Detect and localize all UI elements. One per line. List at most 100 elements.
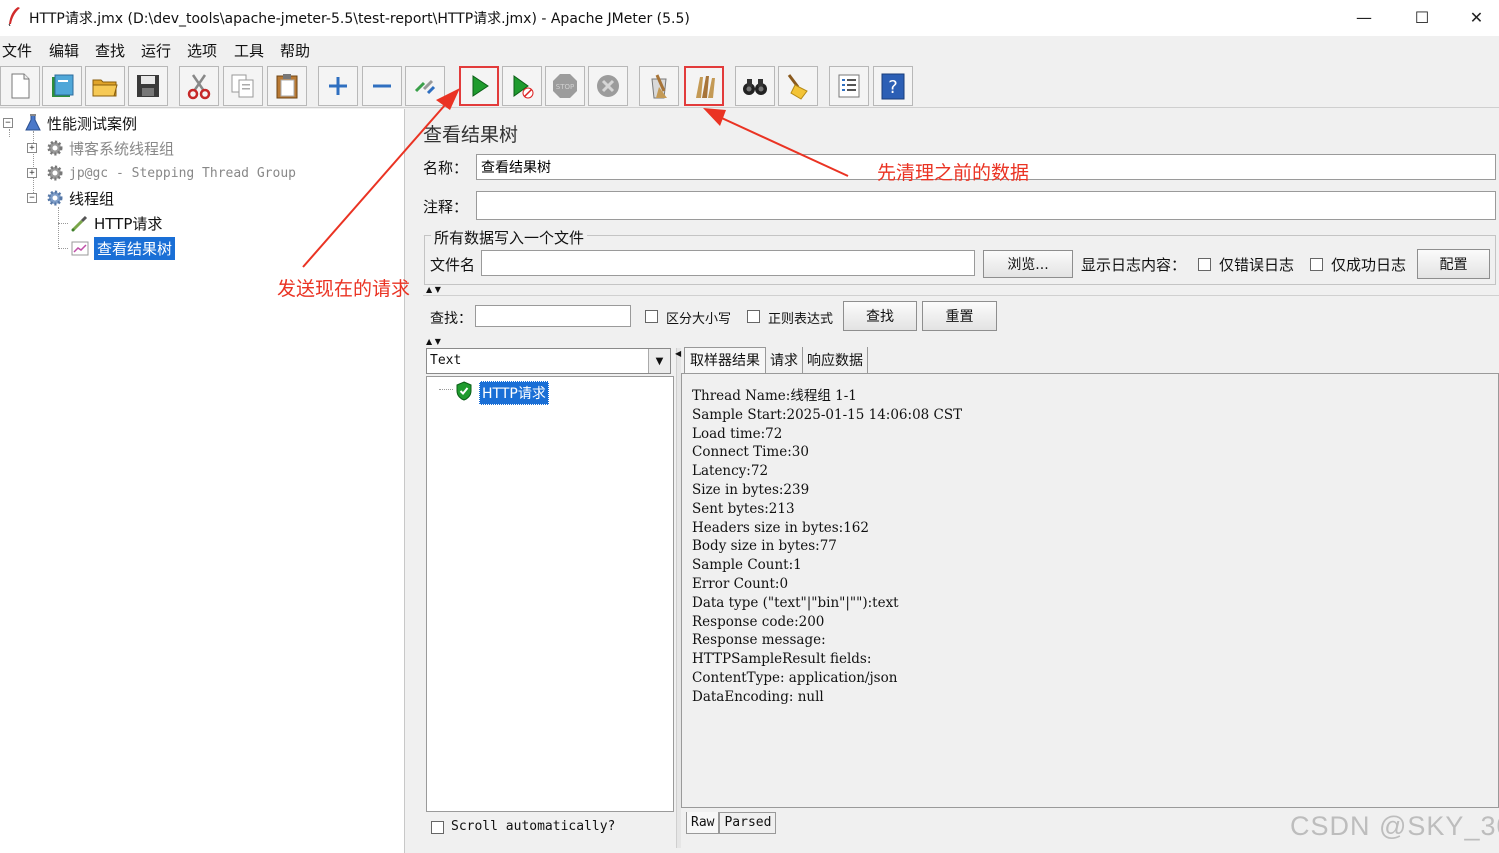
collapse-toggle[interactable]: − [3, 118, 13, 128]
cut-icon [187, 74, 211, 100]
tree-item-stepping-thread-group[interactable]: + jp@gc - Stepping Thread Group [27, 161, 296, 185]
regex-label: 正则表达式 [768, 312, 834, 327]
cut-button[interactable] [179, 66, 219, 106]
tab-response-data[interactable]: 响应数据 [803, 347, 868, 373]
menu-bar: 文件 编辑 查找 运行 选项 工具 帮助 [0, 36, 1499, 62]
find-button[interactable]: 查找 [843, 301, 917, 331]
split-arrows-icon[interactable]: ▲ ▼ [426, 285, 441, 294]
search-button[interactable] [735, 66, 775, 106]
menu-search[interactable]: 查找 [95, 40, 125, 61]
comment-input[interactable] [476, 191, 1496, 220]
clear-all-button[interactable] [684, 66, 724, 106]
start-icon [472, 75, 489, 97]
expand-toggle[interactable]: + [27, 168, 37, 178]
annotation-clear-note: 先清理之前的数据 [877, 162, 1030, 184]
sampler-result-text: Thread Name:线程组 1-1 Sample Start:2025-01-… [681, 373, 1499, 808]
clear-icon [651, 74, 667, 99]
filename-input[interactable] [481, 250, 975, 276]
search-input[interactable] [475, 305, 631, 327]
reset-search-button[interactable] [778, 66, 818, 106]
renderer-value: Text [430, 353, 462, 368]
browse-button[interactable]: 浏览... [983, 250, 1073, 278]
templates-icon [52, 74, 74, 97]
tree-root[interactable]: − 性能测试案例 [3, 111, 137, 135]
start-button[interactable] [459, 66, 499, 106]
menu-tools[interactable]: 工具 [234, 40, 264, 61]
shutdown-icon [597, 75, 619, 97]
result-line: Thread Name:线程组 1-1 [692, 388, 857, 404]
templates-button[interactable] [42, 66, 82, 106]
svg-text:STOP: STOP [556, 83, 574, 91]
collapse-all-button[interactable] [362, 66, 402, 106]
tab-parsed[interactable]: Parsed [719, 812, 777, 834]
tree-item-label: jp@gc - Stepping Thread Group [69, 165, 296, 181]
chevron-down-icon[interactable]: ▼ [648, 349, 670, 373]
open-icon [92, 79, 118, 97]
tree-root-label: 性能测试案例 [47, 114, 138, 133]
new-button[interactable] [0, 66, 40, 106]
tree-item-blog-thread-group[interactable]: + 博客系统线程组 [27, 136, 174, 160]
result-line: Sample Start:2025-01-15 14:06:08 CST [692, 406, 963, 423]
reset-search-icon [787, 74, 808, 100]
menu-edit[interactable]: 编辑 [49, 40, 79, 61]
sample-result-list: HTTP请求 [426, 376, 674, 812]
menu-help[interactable]: 帮助 [280, 40, 310, 61]
tab-request[interactable]: 请求 [766, 347, 803, 373]
pipette-icon [71, 215, 88, 232]
tree-item-http-request[interactable]: HTTP请求 [58, 211, 162, 235]
tab-sampler-result[interactable]: 取样器结果 [684, 347, 766, 373]
tree-item-view-results-tree[interactable]: 查看结果树 [58, 236, 176, 260]
expand-toggle[interactable]: + [27, 143, 37, 153]
scroll-auto-checkbox[interactable] [431, 821, 444, 834]
menu-file[interactable]: 文件 [2, 40, 32, 61]
configure-button[interactable]: 配置 [1417, 249, 1490, 279]
close-button[interactable]: ✕ [1454, 0, 1499, 34]
clear-button[interactable] [639, 66, 679, 106]
start-no-pause-icon [513, 75, 534, 99]
result-line: Headers size in bytes:162 [692, 519, 869, 536]
copy-button[interactable] [223, 66, 263, 106]
title-bar: HTTP请求.jmx (D:\dev_tools\apache-jmeter-5… [0, 0, 1499, 36]
tab-raw[interactable]: Raw [686, 812, 720, 834]
save-button[interactable] [128, 66, 168, 106]
success-only-checkbox[interactable] [1310, 258, 1323, 271]
jmeter-feather-icon [8, 7, 20, 26]
result-line: Load time:72 [692, 425, 783, 442]
save-icon [137, 75, 159, 97]
toggle-button[interactable] [405, 66, 445, 106]
collapse-toggle[interactable]: − [27, 193, 37, 203]
tree-item-label: 线程组 [69, 189, 115, 208]
toolbar: STOP ? [0, 62, 1499, 108]
result-line: ContentType: application/json [692, 669, 898, 686]
open-button[interactable] [85, 66, 125, 106]
result-line: Connect Time:30 [692, 444, 809, 461]
renderer-select[interactable]: Text ▼ [426, 348, 671, 374]
tree-item-thread-group[interactable]: − 线程组 [27, 186, 114, 210]
split-left-arrow-icon[interactable]: ◀ [675, 349, 681, 358]
regex-checkbox[interactable] [747, 310, 760, 323]
gear-icon [47, 165, 63, 181]
stop-button[interactable]: STOP [545, 66, 585, 106]
result-line: Sent bytes:213 [692, 500, 795, 517]
minimize-button[interactable]: — [1336, 0, 1392, 34]
reset-button[interactable]: 重置 [922, 301, 997, 331]
paste-button[interactable] [267, 66, 307, 106]
filename-label: 文件名 [430, 256, 476, 274]
expand-all-button[interactable] [318, 66, 358, 106]
sample-item-http-request[interactable]: HTTP请求 [479, 381, 549, 405]
function-helper-button[interactable] [829, 66, 869, 106]
start-no-pauses-button[interactable] [502, 66, 542, 106]
menu-run[interactable]: 运行 [141, 40, 171, 61]
errors-only-checkbox[interactable] [1198, 258, 1211, 271]
maximize-button[interactable]: ☐ [1394, 0, 1450, 34]
case-sensitive-checkbox[interactable] [645, 310, 658, 323]
result-text-block: Thread Name:线程组 1-1 Sample Start:2025-01-… [692, 387, 962, 707]
menu-options[interactable]: 选项 [187, 40, 217, 61]
split-arrows-icon[interactable]: ▲ ▼ [426, 337, 441, 346]
result-line: Latency:72 [692, 463, 769, 480]
result-line: HTTPSampleResult fields: [692, 651, 872, 668]
success-only-label: 仅成功日志 [1331, 256, 1407, 274]
toggle-icon [414, 79, 436, 95]
shutdown-button[interactable] [588, 66, 628, 106]
help-button[interactable]: ? [873, 66, 913, 106]
